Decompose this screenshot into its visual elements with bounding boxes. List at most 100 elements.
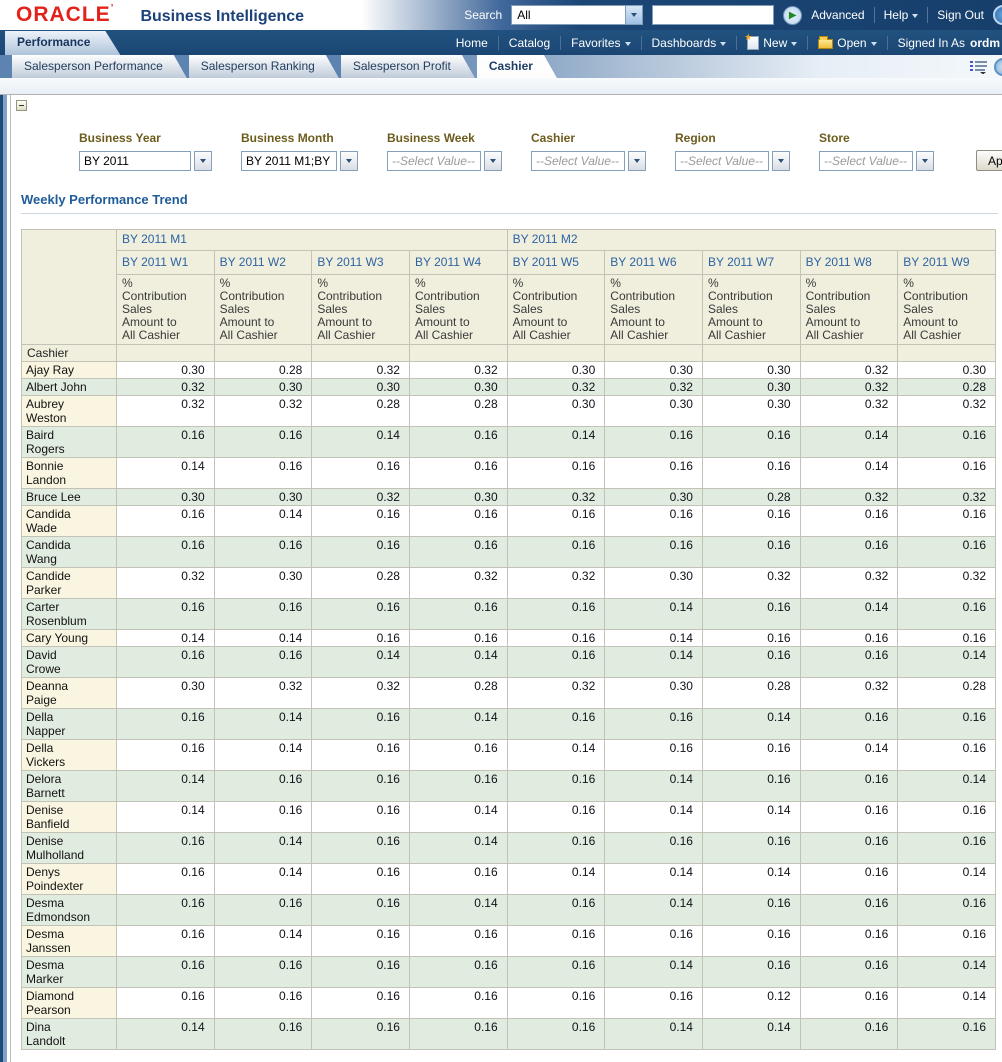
- value-cell: 0.16: [312, 802, 410, 833]
- value-cell: 0.14: [898, 957, 996, 988]
- value-cell: 0.16: [702, 458, 800, 489]
- nav-item-catalog[interactable]: Catalog: [509, 36, 550, 50]
- value-cell: 0.16: [507, 537, 605, 568]
- value-cell: 0.16: [800, 988, 898, 1019]
- prompt-value-box[interactable]: BY 2011: [79, 151, 191, 171]
- value-cell: 0.16: [702, 833, 800, 864]
- nav-item-label: Dashboards: [652, 36, 717, 50]
- prompt-combobox-region[interactable]: --Select Value--: [675, 151, 790, 171]
- nav-item-open[interactable]: Open: [818, 36, 876, 50]
- prompt-value-box[interactable]: --Select Value--: [819, 151, 913, 171]
- dashboard-tab-performance[interactable]: Performance: [5, 31, 120, 55]
- value-cell: 0.30: [117, 489, 215, 506]
- nav-item-label: Open: [837, 36, 866, 50]
- value-cell: 0.32: [214, 678, 312, 709]
- prompt-value-box[interactable]: --Select Value--: [675, 151, 769, 171]
- value-cell: 0.28: [409, 678, 507, 709]
- prompt-business-year: Business YearBY 2011: [79, 131, 212, 171]
- prompt-value-box[interactable]: BY 2011 M1;BY: [241, 151, 337, 171]
- chevron-down-icon: [912, 14, 918, 18]
- tab-salesperson-profit[interactable]: Salesperson Profit: [341, 55, 475, 78]
- tab-cashier[interactable]: Cashier: [477, 55, 557, 78]
- table-row: David Crowe0.160.160.140.140.160.140.160…: [22, 647, 996, 678]
- value-cell: 0.30: [214, 489, 312, 506]
- nav-item-new[interactable]: ★New: [747, 36, 797, 50]
- nav-item-dashboards[interactable]: Dashboards: [652, 36, 727, 50]
- value-cell: 0.16: [800, 802, 898, 833]
- prompt-label: Region: [675, 131, 790, 145]
- prompt-buttons: ApplyReset: [976, 150, 1002, 171]
- search-scope-select[interactable]: All: [511, 5, 643, 25]
- column-header-measure: % Contribution Sales Amount to All Cashi…: [117, 275, 215, 345]
- prompt-value-box[interactable]: --Select Value--: [387, 151, 481, 171]
- value-cell: 0.16: [507, 771, 605, 802]
- sign-out-link[interactable]: Sign Out: [937, 8, 984, 22]
- value-cell: 0.16: [702, 926, 800, 957]
- prompt-combobox-business-week[interactable]: --Select Value--: [387, 151, 502, 171]
- prompt-combobox-store[interactable]: --Select Value--: [819, 151, 934, 171]
- value-cell: 0.16: [117, 599, 215, 630]
- value-cell: 0.16: [605, 988, 703, 1019]
- column-header-month: BY 2011 M1: [117, 230, 508, 251]
- value-cell: 0.32: [507, 678, 605, 709]
- value-cell: 0.30: [507, 362, 605, 379]
- cashier-name-cell: Baird Rogers: [22, 427, 117, 458]
- chevron-down-icon: [720, 42, 726, 46]
- row-dimension-header-filler: [117, 345, 215, 362]
- chevron-down-icon[interactable]: [194, 151, 212, 171]
- prompt-combobox-business-year[interactable]: BY 2011: [79, 151, 212, 171]
- chevron-down-icon[interactable]: [484, 151, 502, 171]
- value-cell: 0.14: [605, 864, 703, 895]
- prompt-value-box[interactable]: --Select Value--: [531, 151, 625, 171]
- tab-salesperson-ranking[interactable]: Salesperson Ranking: [189, 55, 339, 78]
- table-row: Denise Banfield0.140.160.160.140.160.140…: [22, 802, 996, 833]
- cashier-name-cell: Ajay Ray: [22, 362, 117, 379]
- column-header-week: BY 2011 W6: [605, 251, 703, 275]
- value-cell: 0.14: [605, 802, 703, 833]
- prompt-value: --Select Value--: [676, 154, 767, 168]
- value-cell: 0.32: [800, 678, 898, 709]
- apply-button[interactable]: Apply: [976, 150, 1002, 171]
- divider: [927, 7, 928, 23]
- row-dimension-header-filler: [898, 345, 996, 362]
- value-cell: 0.16: [312, 630, 410, 647]
- cashier-name-cell: Deanna Paige: [22, 678, 117, 709]
- search-input[interactable]: [652, 5, 774, 25]
- divider: [498, 36, 499, 50]
- search-go-button[interactable]: ▶: [783, 6, 802, 25]
- value-cell: 0.32: [312, 362, 410, 379]
- prompt-combobox-business-month[interactable]: BY 2011 M1;BY: [241, 151, 358, 171]
- value-cell: 0.16: [409, 771, 507, 802]
- tab-salesperson-performance[interactable]: Salesperson Performance: [12, 55, 187, 78]
- table-row: Della Vickers0.160.140.160.160.140.160.1…: [22, 740, 996, 771]
- value-cell: 0.30: [214, 379, 312, 396]
- chevron-down-icon[interactable]: [916, 151, 934, 171]
- collapse-section-button[interactable]: [16, 100, 27, 111]
- cashier-name-cell: Candide Parker: [22, 568, 117, 599]
- prompt-combobox-cashier[interactable]: --Select Value--: [531, 151, 646, 171]
- value-cell: 0.16: [507, 599, 605, 630]
- cashier-name-cell: Delora Barnett: [22, 771, 117, 802]
- value-cell: 0.30: [702, 379, 800, 396]
- chevron-down-icon[interactable]: [772, 151, 790, 171]
- nav-item-favorites[interactable]: Favorites: [571, 36, 630, 50]
- value-cell: 0.16: [702, 537, 800, 568]
- page-options-icon[interactable]: [970, 60, 988, 74]
- value-cell: 0.16: [409, 740, 507, 771]
- triangle: [922, 159, 928, 163]
- value-cell: 0.32: [800, 379, 898, 396]
- help-menu[interactable]: Help: [884, 8, 919, 22]
- cashier-name-cell: Denise Banfield: [22, 802, 117, 833]
- advanced-link[interactable]: Advanced: [811, 8, 864, 22]
- chevron-down-icon[interactable]: [625, 6, 642, 24]
- value-cell: 0.16: [800, 864, 898, 895]
- chevron-down-icon[interactable]: [628, 151, 646, 171]
- value-cell: 0.14: [702, 864, 800, 895]
- chevron-down-icon[interactable]: [340, 151, 358, 171]
- value-cell: 0.14: [409, 802, 507, 833]
- value-cell: 0.28: [702, 489, 800, 506]
- value-cell: 0.16: [117, 709, 215, 740]
- nav-item-home[interactable]: Home: [456, 36, 488, 50]
- value-cell: 0.16: [702, 506, 800, 537]
- value-cell: 0.16: [507, 926, 605, 957]
